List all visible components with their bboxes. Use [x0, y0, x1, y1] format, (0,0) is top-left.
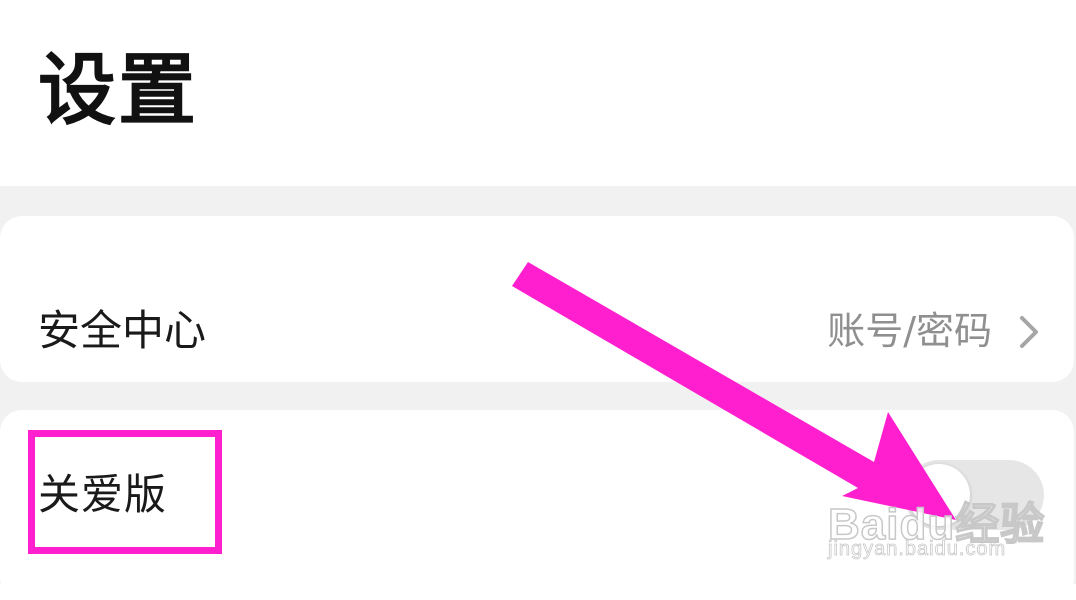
- watermark-url: jingyan.baidu.com: [828, 538, 1007, 561]
- page-title: 设置: [38, 46, 199, 136]
- security-center-label: 安全中心: [38, 306, 207, 355]
- header: 设置: [0, 0, 1076, 186]
- chevron-right-icon: [1020, 316, 1038, 348]
- security-center-item[interactable]: 安全中心 账号/密码: [0, 216, 1074, 382]
- label-highlight-box: [28, 430, 222, 554]
- watermark: Baidu经验 jingyan.baidu.com: [827, 470, 1068, 570]
- security-center-value: 账号/密码: [827, 309, 992, 353]
